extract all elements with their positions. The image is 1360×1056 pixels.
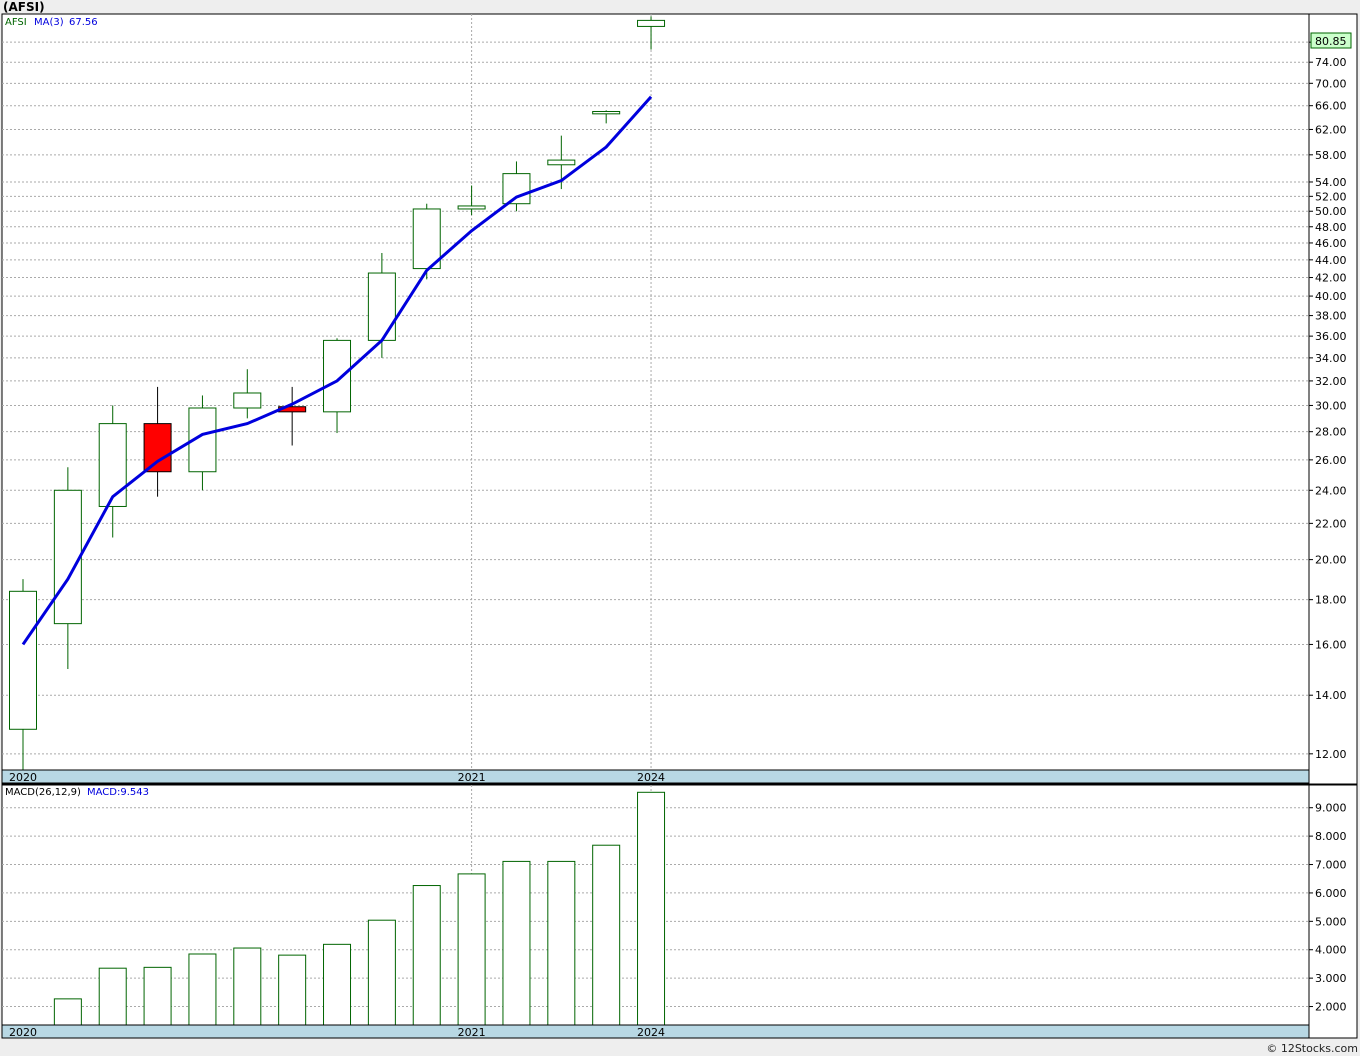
- macd-tick-label: 3.000: [1315, 972, 1347, 985]
- macd-tick-label: 6.000: [1315, 887, 1347, 900]
- candle-body: [637, 19, 666, 27]
- price-tick-label: 18.00: [1315, 594, 1347, 607]
- macd-x-label: 2021: [458, 1026, 486, 1039]
- price-tick-label: 28.00: [1315, 426, 1347, 439]
- candle-body: [502, 173, 531, 205]
- macd-x-label: 2020: [9, 1026, 37, 1039]
- macd-bar: [143, 966, 172, 1026]
- macd-legend-label: MACD(26,12,9): [5, 787, 81, 798]
- price-tick-label: 48.00: [1315, 221, 1347, 234]
- macd-bar: [457, 873, 486, 1026]
- candle-body: [367, 272, 396, 341]
- price-tick-label: 26.00: [1315, 454, 1347, 467]
- candle-body: [323, 339, 352, 413]
- candle-body: [412, 208, 441, 270]
- macd-bar: [412, 885, 441, 1026]
- price-tick-label: 36.00: [1315, 330, 1347, 343]
- candle-body: [98, 423, 127, 507]
- price-tick-label: 16.00: [1315, 638, 1347, 651]
- candle-body: [457, 205, 486, 210]
- price-tick-label: 62.00: [1315, 123, 1347, 136]
- stock-chart: 12.00 14.00 16.00 18.00 20.00 22.00 24.00 26.00…: [1, 13, 1358, 1039]
- macd-bar: [323, 943, 352, 1026]
- candle-body: [143, 423, 172, 473]
- macd-bar: [278, 954, 307, 1026]
- price-tick-label: 70.00: [1315, 77, 1347, 90]
- macd-tick-label: 9.000: [1315, 802, 1347, 815]
- macd-bar: [367, 919, 396, 1026]
- price-tick-label: 58.00: [1315, 149, 1347, 162]
- macd-tick-label: 7.000: [1315, 859, 1347, 872]
- price-tick-label: 46.00: [1315, 237, 1347, 250]
- price-tick-label: 52.00: [1315, 190, 1347, 203]
- price-tick-label: 30.00: [1315, 399, 1347, 412]
- footer-credit: © 12Stocks.com: [1266, 1042, 1358, 1055]
- price-tick-label: 40.00: [1315, 290, 1347, 303]
- macd-bar: [53, 998, 82, 1026]
- candle-body: [547, 159, 576, 166]
- candle-body: [233, 392, 262, 409]
- price-tick-label: 32.00: [1315, 375, 1347, 388]
- candle: [412, 203, 441, 280]
- macd-x-label: 2024: [637, 1026, 665, 1039]
- price-x-label: 2024: [637, 771, 665, 784]
- price-tick-label: 24.00: [1315, 484, 1347, 497]
- macd-bar: [233, 947, 262, 1026]
- price-tick-label: 20.00: [1315, 554, 1347, 567]
- macd-tick-label: 4.000: [1315, 944, 1347, 957]
- candle-body: [9, 590, 37, 730]
- last-price-badge: 80.85: [1310, 32, 1352, 49]
- macd-bar: [502, 860, 531, 1026]
- price-tick-label: 22.00: [1315, 517, 1347, 530]
- price-tick-label: 54.00: [1315, 176, 1347, 189]
- price-tick-label: 50.00: [1315, 205, 1347, 218]
- macd-tick-label: 2.000: [1315, 1001, 1347, 1014]
- macd-bar: [188, 953, 217, 1026]
- price-tick-label: 38.00: [1315, 310, 1347, 323]
- price-tick-label: 44.00: [1315, 254, 1347, 267]
- price-tick-label: 74.00: [1315, 56, 1347, 69]
- price-tick-label: 34.00: [1315, 352, 1347, 365]
- macd-bar: [637, 791, 666, 1026]
- macd-tick-label: 5.000: [1315, 915, 1347, 928]
- legend-ma-value: 67.56: [69, 17, 98, 28]
- macd-legend-value: MACD:9.543: [87, 787, 149, 798]
- price-x-label: 2020: [9, 771, 37, 784]
- price-x-label: 2021: [458, 771, 486, 784]
- last-price-label: 80.85: [1315, 35, 1347, 48]
- price-tick-label: 14.00: [1315, 689, 1347, 702]
- legend-symbol: AFSI: [5, 17, 27, 28]
- macd-bar: [98, 967, 127, 1026]
- price-tick-label: 12.00: [1315, 748, 1347, 761]
- legend-ma-label: MA(3): [34, 17, 64, 28]
- price-tick-label: 42.00: [1315, 272, 1347, 285]
- macd-bar: [547, 860, 576, 1026]
- macd-tick-label: 8.000: [1315, 830, 1347, 843]
- candle-body: [53, 489, 82, 625]
- macd-bar: [592, 844, 621, 1026]
- price-tick-label: 66.00: [1315, 100, 1347, 113]
- candle-body: [592, 110, 621, 115]
